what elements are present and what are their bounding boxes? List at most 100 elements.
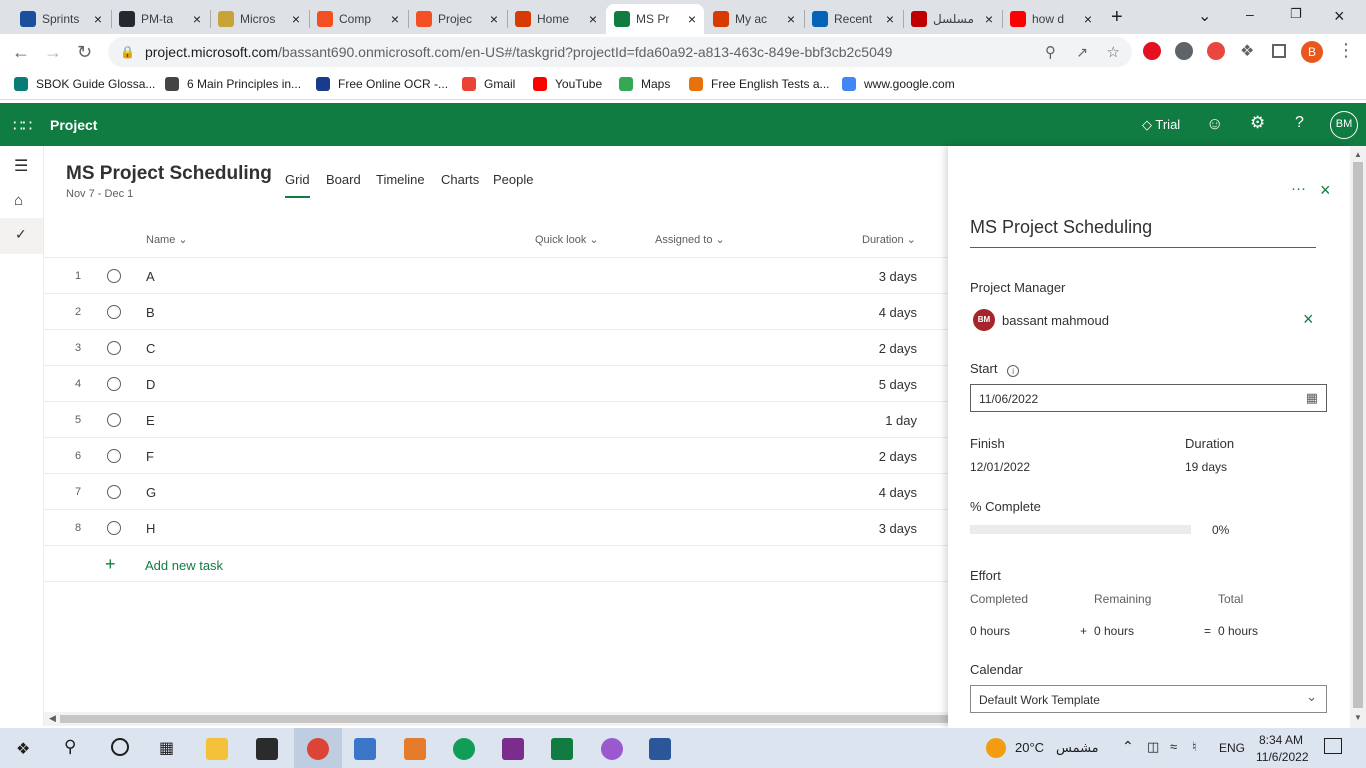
column-header-assigned-to[interactable]: Assigned to ⌄ bbox=[655, 233, 725, 246]
bookmark-item[interactable]: YouTube bbox=[533, 77, 602, 91]
task-name[interactable]: A bbox=[146, 269, 155, 284]
profile-avatar[interactable]: B bbox=[1301, 41, 1323, 63]
column-header-name[interactable]: Name ⌄ bbox=[146, 233, 188, 246]
bookmark-item[interactable]: Maps bbox=[619, 77, 670, 91]
tab-close-icon[interactable]: × bbox=[589, 11, 597, 27]
calendar-picker-icon[interactable]: ▦ bbox=[1306, 390, 1318, 406]
new-tab-icon[interactable]: + bbox=[1111, 6, 1123, 29]
tab-people[interactable]: People bbox=[493, 172, 533, 187]
add-icon[interactable]: + bbox=[105, 554, 116, 575]
show-hidden-icons-icon[interactable]: ⌃ bbox=[1122, 738, 1134, 755]
zoom-icon[interactable]: ⚲ bbox=[1045, 43, 1056, 61]
windows-start-icon[interactable]: ❖ bbox=[16, 739, 30, 759]
complete-checkbox-icon[interactable] bbox=[107, 485, 121, 499]
photos-icon[interactable] bbox=[354, 738, 376, 760]
search-icon[interactable]: ⚲ bbox=[64, 737, 76, 757]
extensions-puzzle-icon[interactable]: ❖ bbox=[1240, 41, 1254, 61]
task-name[interactable]: C bbox=[146, 341, 155, 356]
clock-date[interactable]: 11/6/2022 bbox=[1256, 750, 1309, 764]
bookmark-item[interactable]: Free English Tests a... bbox=[689, 77, 830, 91]
close-window-icon[interactable]: × bbox=[1334, 6, 1345, 27]
scroll-down-icon[interactable]: ▼ bbox=[1354, 713, 1362, 722]
app-icon[interactable] bbox=[404, 738, 426, 760]
language-indicator[interactable]: ENG bbox=[1219, 741, 1245, 755]
complete-checkbox-icon[interactable] bbox=[107, 341, 121, 355]
pm-name[interactable]: bassant mahmoud bbox=[1002, 313, 1109, 328]
task-duration[interactable]: 5 days bbox=[879, 377, 917, 392]
temperature[interactable]: 20°C bbox=[1015, 740, 1044, 755]
table-row[interactable]: 8 H 3 days bbox=[44, 510, 948, 546]
task-duration[interactable]: 4 days bbox=[879, 305, 917, 320]
table-row[interactable]: 3 C 2 days bbox=[44, 330, 948, 366]
tab-charts[interactable]: Charts bbox=[441, 172, 479, 187]
tab-board[interactable]: Board bbox=[326, 172, 361, 187]
start-date-input[interactable]: 11/06/2022 ▦ bbox=[970, 384, 1327, 412]
browser-tab[interactable]: Sprints × bbox=[12, 4, 110, 34]
task-view-icon[interactable]: ▦ bbox=[159, 738, 174, 758]
scroll-left-icon[interactable]: ◀ bbox=[49, 713, 56, 724]
table-row[interactable]: 4 D 5 days bbox=[44, 366, 948, 402]
reload-icon[interactable]: ↻ bbox=[77, 42, 92, 63]
forward-icon[interactable]: → bbox=[44, 42, 62, 63]
horizontal-scroll-thumb[interactable] bbox=[60, 715, 948, 723]
tab-close-icon[interactable]: × bbox=[490, 11, 498, 27]
browser-tab[interactable]: My ac × bbox=[705, 4, 803, 34]
tab-close-icon[interactable]: × bbox=[787, 11, 795, 27]
chrome-profile-icon[interactable] bbox=[453, 738, 475, 760]
weather-sun-icon[interactable] bbox=[986, 738, 1006, 758]
task-duration[interactable]: 1 day bbox=[885, 413, 917, 428]
browser-tab[interactable]: Micros × bbox=[210, 4, 308, 34]
tab-timeline[interactable]: Timeline bbox=[376, 172, 425, 187]
back-icon[interactable]: ← bbox=[12, 42, 30, 63]
panel-project-title[interactable]: MS Project Scheduling bbox=[970, 217, 1152, 238]
complete-checkbox-icon[interactable] bbox=[107, 269, 121, 283]
volume-muted-icon[interactable]: ♮ bbox=[1192, 739, 1197, 755]
task-duration[interactable]: 4 days bbox=[879, 485, 917, 500]
browser-menu-icon[interactable]: ⋮ bbox=[1337, 40, 1355, 61]
tab-close-icon[interactable]: × bbox=[94, 11, 102, 27]
tab-grid[interactable]: Grid bbox=[285, 172, 310, 187]
bookmark-item[interactable]: 6 Main Principles in... bbox=[165, 77, 301, 91]
task-duration[interactable]: 2 days bbox=[879, 449, 917, 464]
home-icon[interactable]: ⌂ bbox=[14, 192, 23, 209]
browser-tab[interactable]: Home × bbox=[507, 4, 605, 34]
weather-text[interactable]: مشمس bbox=[1056, 740, 1099, 756]
scroll-up-icon[interactable]: ▲ bbox=[1354, 150, 1362, 159]
info-icon[interactable]: i bbox=[1007, 365, 1020, 377]
app-launcher-icon[interactable]: ∷∷ bbox=[13, 116, 32, 136]
percent-complete-bar[interactable] bbox=[970, 525, 1191, 534]
browser-tab[interactable]: مسلسل × bbox=[903, 4, 1001, 34]
browser-tab[interactable]: PM-ta × bbox=[111, 4, 209, 34]
feedback-smiley-icon[interactable]: ☺ bbox=[1206, 114, 1223, 134]
bookmark-star-icon[interactable]: ☆ bbox=[1107, 43, 1120, 61]
calendar-dropdown[interactable]: Default Work Template ⌄ bbox=[970, 685, 1327, 713]
table-row[interactable]: 2 B 4 days bbox=[44, 294, 948, 330]
remove-pm-icon[interactable]: × bbox=[1303, 309, 1314, 330]
battery-icon[interactable]: ◫ bbox=[1147, 739, 1159, 755]
browser-tab[interactable]: MS Pr × bbox=[606, 4, 704, 34]
tab-close-icon[interactable]: × bbox=[292, 11, 300, 27]
extension-red-icon[interactable] bbox=[1143, 42, 1161, 60]
excel-icon[interactable] bbox=[551, 738, 573, 760]
task-name[interactable]: E bbox=[146, 413, 155, 428]
trial-button[interactable]: ◇ Trial bbox=[1142, 117, 1180, 133]
column-header-quick-look[interactable]: Quick look ⌄ bbox=[535, 233, 599, 246]
clock-time[interactable]: 8:34 AM bbox=[1259, 733, 1303, 747]
complete-checkbox-icon[interactable] bbox=[107, 449, 121, 463]
tab-close-icon[interactable]: × bbox=[1084, 11, 1092, 27]
task-name[interactable]: G bbox=[146, 485, 156, 500]
horizontal-scrollbar[interactable]: ◀ bbox=[44, 712, 948, 726]
vertical-scrollbar[interactable]: ▲ ▼ bbox=[1350, 146, 1366, 728]
share-icon[interactable]: ↗ bbox=[1076, 44, 1088, 61]
chrome-active-slot[interactable] bbox=[294, 728, 342, 768]
more-options-icon[interactable]: ··· bbox=[1291, 180, 1306, 197]
task-name[interactable]: B bbox=[146, 305, 155, 320]
close-panel-icon[interactable]: × bbox=[1320, 180, 1331, 201]
address-bar[interactable]: 🔒 project.microsoft.com/bassant690.onmic… bbox=[108, 37, 1132, 67]
tab-close-icon[interactable]: × bbox=[985, 11, 993, 27]
word-icon[interactable] bbox=[649, 738, 671, 760]
add-new-task-button[interactable]: Add new task bbox=[145, 558, 223, 573]
task-duration[interactable]: 3 days bbox=[879, 521, 917, 536]
complete-checkbox-icon[interactable] bbox=[107, 377, 121, 391]
browser-tab[interactable]: how d × bbox=[1002, 4, 1100, 34]
